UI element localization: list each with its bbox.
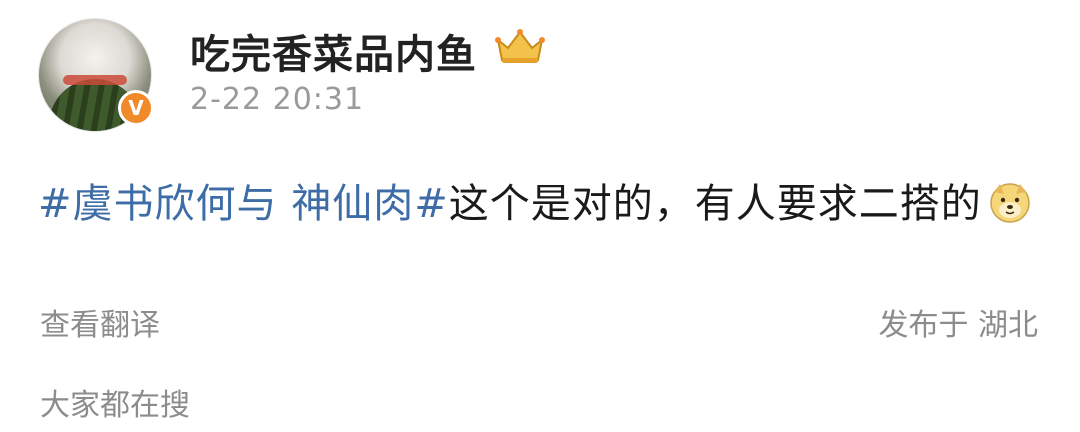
post-text: 这个是对的，有人要求二搭的: [448, 181, 982, 227]
hashtag-link[interactable]: #虞书欣何与 神仙肉#: [38, 181, 449, 227]
username[interactable]: 吃完香菜品内鱼: [190, 22, 477, 80]
avatar-rind: [63, 75, 127, 85]
trending-searches[interactable]: 大家都在搜: [40, 380, 190, 424]
post-body: #虞书欣何与 神仙肉#这个是对的，有人要求二搭的: [38, 168, 1038, 240]
verified-badge-icon: V: [118, 90, 154, 126]
post-location: 发布于 湖北: [878, 308, 1038, 343]
doge-emoji-icon: [990, 183, 1030, 223]
post-timestamp: 2-22 20:31: [190, 82, 365, 117]
crown-badge-icon: [495, 29, 545, 63]
translate-link[interactable]: 查看翻译: [40, 300, 160, 344]
